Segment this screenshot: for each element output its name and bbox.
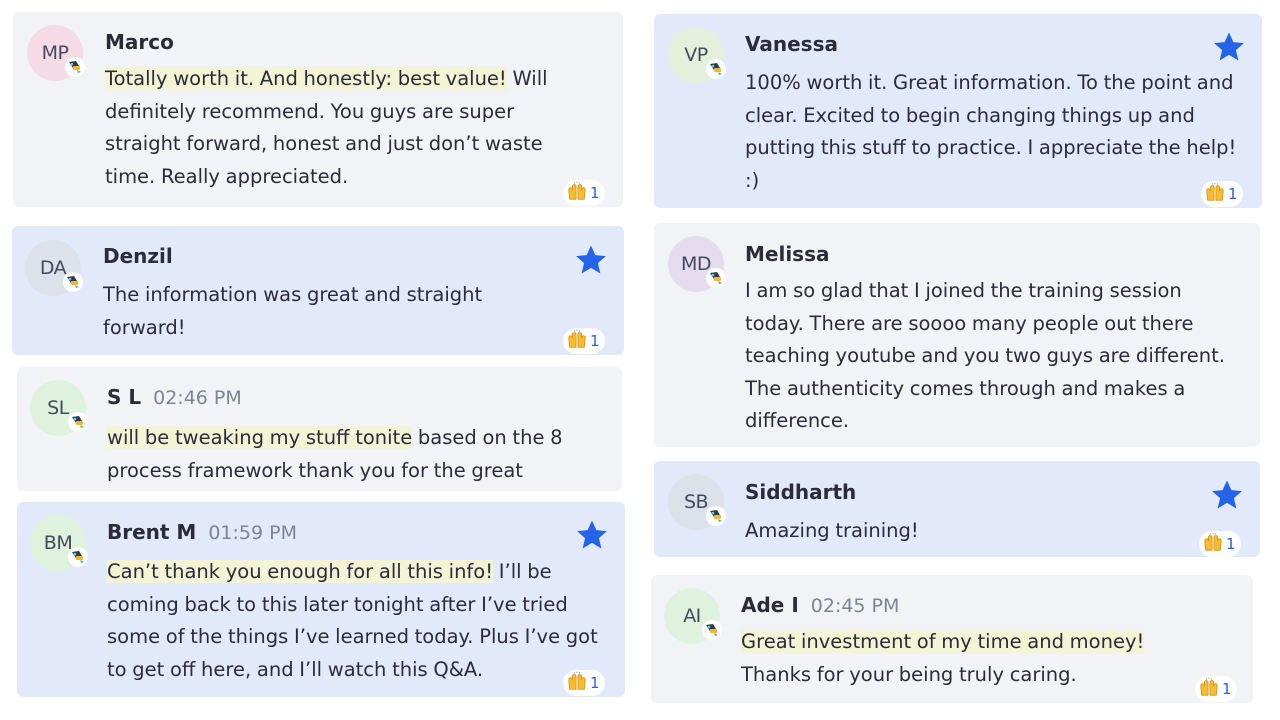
message-header: Marco [105,30,174,54]
message-timestamp: 02:46 PM [153,387,242,409]
message-header: Denzil [103,244,173,268]
message-body: 100% worth it. Great information. To the… [745,71,1237,192]
author-name[interactable]: Siddharth [745,480,856,504]
raising-hands-icon [566,328,588,354]
raising-hands-icon [566,180,588,206]
message-body: Thanks for your being truly caring. [741,662,1077,686]
robot-badge-icon [68,547,88,567]
message-header: Brent M 01:59 PM [107,520,297,544]
avatar-initials: SB [683,491,709,513]
raising-hands-icon [1202,531,1224,557]
avatar-initials: SL [47,397,69,419]
reaction-pill[interactable]: 1 [1199,531,1241,557]
author-name[interactable]: Brent M [107,520,196,544]
reaction-pill[interactable]: 1 [1195,676,1237,702]
reaction-pill[interactable]: 1 [1201,181,1243,207]
message-timestamp: 01:59 PM [208,522,297,544]
message-header: Vanessa [745,32,838,56]
robot-badge-icon [702,620,722,640]
reaction-count: 1 [590,674,600,692]
raising-hands-icon [566,670,588,696]
highlighted-text: will be tweaking my stuff tonite [107,426,413,449]
star-icon[interactable] [575,518,609,552]
author-name[interactable]: Ade I [741,593,799,617]
message-text: Great investment of my time and money! T… [741,626,1191,691]
message-text: 100% worth it. Great information. To the… [745,67,1245,197]
robot-badge-icon [706,59,726,79]
raising-hands-icon [1198,676,1220,702]
reaction-count: 1 [590,332,600,350]
avatar-initials: MP [41,42,69,64]
star-icon[interactable] [1212,30,1246,64]
message-text: The information was great and straight f… [103,279,553,344]
author-name[interactable]: Marco [105,30,174,54]
robot-badge-icon [63,272,83,292]
message-header: Ade I 02:45 PM [741,593,899,617]
message-text: Amazing training! [745,515,1245,548]
message-text: will be tweaking my stuff tonite based o… [107,422,612,487]
highlighted-text: Totally worth it. And honestly: best val… [105,67,507,90]
message-text: Can’t thank you enough for all this info… [107,556,612,686]
author-name[interactable]: Melissa [745,242,829,266]
reaction-pill[interactable]: 1 [563,180,605,206]
message-header: S L 02:46 PM [107,385,242,409]
reaction-count: 1 [1226,535,1236,553]
highlighted-text: Great investment of my time and money! [741,630,1145,653]
reaction-count: 1 [1222,680,1232,698]
robot-badge-icon [706,506,726,526]
reaction-pill[interactable]: 1 [563,670,605,696]
avatar-initials: DA [39,257,67,279]
star-icon[interactable] [574,243,608,277]
avatar-initials: VP [684,44,708,66]
reaction-pill[interactable]: 1 [563,328,605,354]
author-name[interactable]: Vanessa [745,32,838,56]
message-header: Siddharth [745,480,856,504]
message-body: I am so glad that I joined the training … [745,279,1225,432]
author-name[interactable]: Denzil [103,244,173,268]
message-text: Totally worth it. And honestly: best val… [105,63,555,193]
message-text: I am so glad that I joined the training … [745,275,1245,438]
reaction-count: 1 [590,184,600,202]
message-header: Melissa [745,242,829,266]
message-body: The information was great and straight f… [103,283,483,339]
author-name[interactable]: S L [107,385,141,409]
star-icon[interactable] [1210,478,1244,512]
avatar-initials: AI [683,605,701,627]
robot-badge-icon [65,57,85,77]
robot-badge-icon [706,268,726,288]
highlighted-text: Can’t thank you enough for all this info… [107,560,494,583]
reaction-count: 1 [1228,185,1238,203]
raising-hands-icon [1204,181,1226,207]
robot-badge-icon [68,412,88,432]
message-timestamp: 02:45 PM [810,595,900,617]
avatar-initials: BM [43,532,73,554]
message-body: Amazing training! [745,519,919,542]
